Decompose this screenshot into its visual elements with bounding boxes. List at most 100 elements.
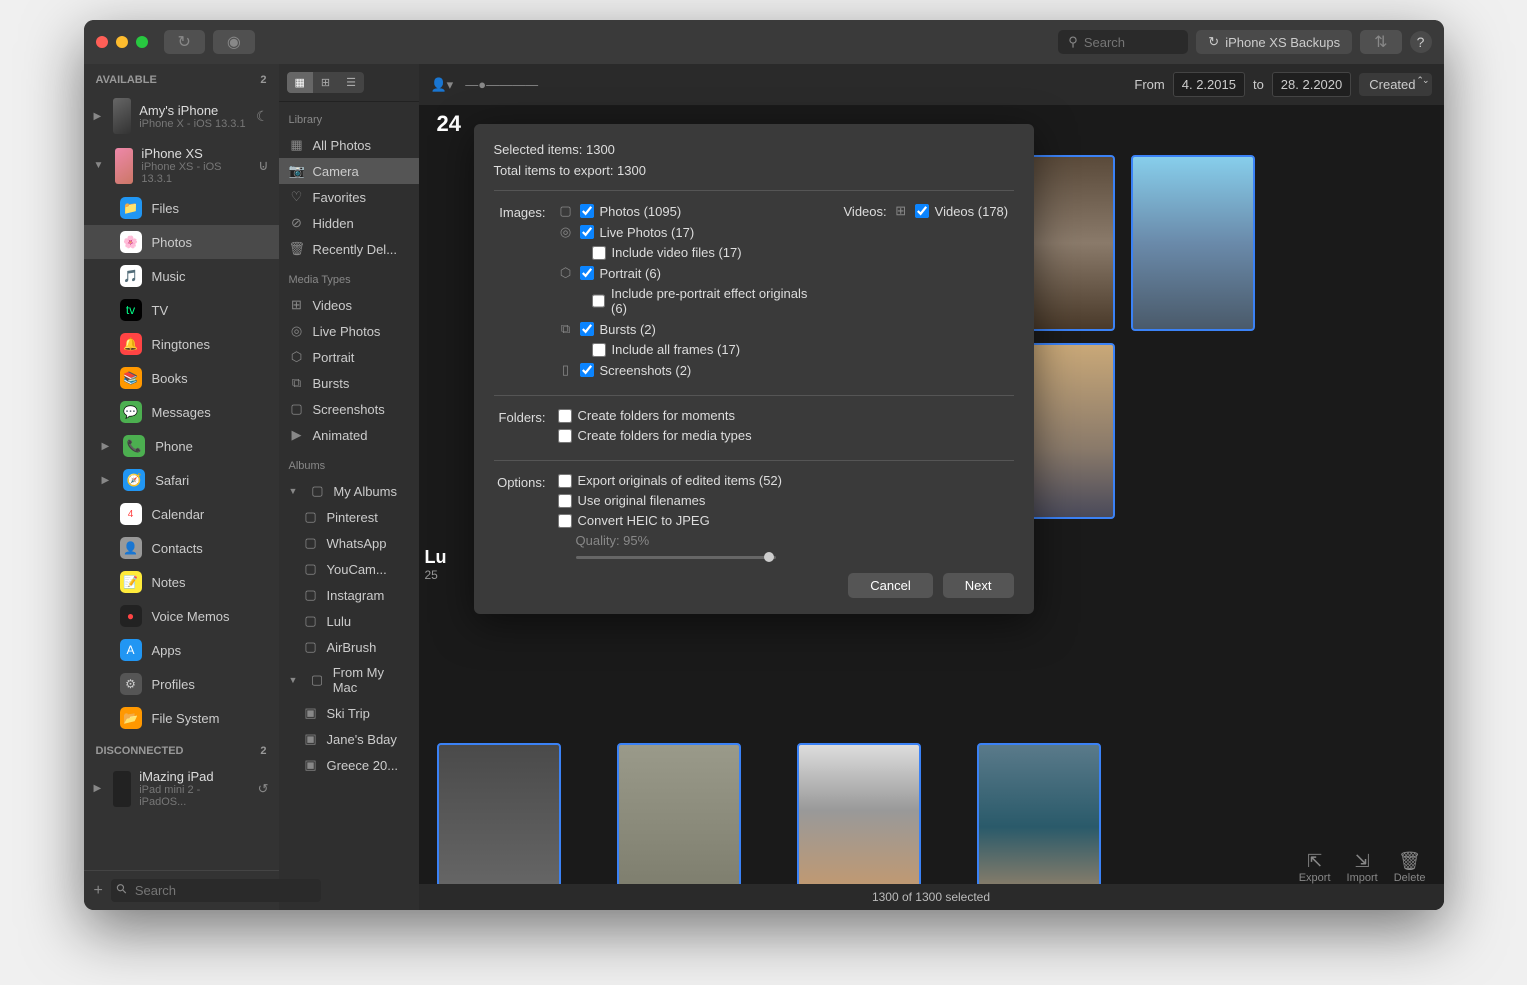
library-hidden[interactable]: ⊘Hidden xyxy=(279,210,419,236)
mediatype-screenshots[interactable]: ▢Screenshots xyxy=(279,396,419,422)
portrait-checkbox[interactable] xyxy=(580,266,594,280)
album-ski-trip[interactable]: ▣Ski Trip xyxy=(279,700,419,726)
mediatype-bursts[interactable]: ⧉Bursts xyxy=(279,370,419,396)
library-all-photos[interactable]: ▦All Photos xyxy=(279,132,419,158)
chevron-right-icon[interactable]: ▶ xyxy=(102,441,110,452)
sidebar-item-books[interactable]: 📚Books xyxy=(84,361,279,395)
chevron-right-icon[interactable]: ▶ xyxy=(94,783,102,794)
maximize-window-button[interactable] xyxy=(136,36,148,48)
sidebar-item-calendar[interactable]: 4Calendar xyxy=(84,497,279,531)
library-camera[interactable]: 📷Camera xyxy=(279,158,419,184)
sidebar-item-file-system[interactable]: 📂File System xyxy=(84,701,279,735)
quality-slider[interactable] xyxy=(576,556,776,559)
minimize-window-button[interactable] xyxy=(116,36,128,48)
album-janes-bday[interactable]: ▣Jane's Bday xyxy=(279,726,419,752)
create-mediatypes-checkbox[interactable] xyxy=(558,429,572,443)
search-input[interactable] xyxy=(1084,35,1178,50)
library-favorites[interactable]: ♡Favorites xyxy=(279,184,419,210)
mediatype-portrait[interactable]: ⬡Portrait xyxy=(279,344,419,370)
photo-thumbnail[interactable] xyxy=(617,743,741,884)
close-window-button[interactable] xyxy=(96,36,108,48)
album-instagram[interactable]: ▢Instagram xyxy=(279,582,419,608)
transfer-button[interactable]: ⇅ xyxy=(1360,30,1401,54)
album-my-albums[interactable]: ▼▢My Albums xyxy=(279,478,419,504)
list-view-icon[interactable]: ⊞ xyxy=(313,72,338,93)
include-frames-checkbox[interactable] xyxy=(592,343,606,357)
chevron-down-icon[interactable]: ▼ xyxy=(94,160,104,171)
screenshots-checkbox[interactable] xyxy=(580,363,594,377)
date-from-input[interactable]: 4. 2.2015 xyxy=(1173,72,1245,97)
album-pinterest[interactable]: ▢Pinterest xyxy=(279,504,419,530)
available-count: 2 xyxy=(260,74,266,86)
photos-checkbox[interactable] xyxy=(580,204,594,218)
device-imazing-ipad[interactable]: ▶ iMazing iPad iPad mini 2 - iPadOS... ↺ xyxy=(84,763,279,814)
convert-heic-checkbox[interactable] xyxy=(558,514,572,528)
sidebar-item-apps[interactable]: AApps xyxy=(84,633,279,667)
slider-thumb[interactable] xyxy=(764,552,774,562)
add-button[interactable]: + xyxy=(94,882,103,900)
date-to-input[interactable]: 28. 2.2020 xyxy=(1272,72,1351,97)
album-lulu[interactable]: ▢Lulu xyxy=(279,608,419,634)
chevron-right-icon[interactable]: ▶ xyxy=(94,111,102,122)
photo-thumbnail[interactable] xyxy=(1131,155,1255,331)
photo-thumbnail[interactable] xyxy=(977,743,1101,884)
delete-button[interactable]: 🗑Delete xyxy=(1394,851,1426,884)
album-from-my-mac[interactable]: ▼▢From My Mac xyxy=(279,660,419,700)
live-photos-checkbox[interactable] xyxy=(580,225,594,239)
sidebar-item-label: Favorites xyxy=(313,190,366,205)
sidebar-item-photos[interactable]: 🌸Photos xyxy=(84,225,279,259)
sidebar-item-music[interactable]: 🎵Music xyxy=(84,259,279,293)
export-originals-checkbox[interactable] xyxy=(558,474,572,488)
sidebar-item-safari[interactable]: ▶🧭Safari xyxy=(84,463,279,497)
sidebar-item-profiles[interactable]: ⚙Profiles xyxy=(84,667,279,701)
next-button[interactable]: Next xyxy=(943,573,1014,598)
preview-button[interactable]: ◉ xyxy=(213,30,255,54)
device-thumb-icon xyxy=(113,98,131,134)
grid-view-icon[interactable]: ▦ xyxy=(287,72,313,93)
include-preportrait-checkbox[interactable] xyxy=(592,294,606,308)
photo-thumbnail[interactable] xyxy=(437,743,561,884)
sidebar-item-files[interactable]: 📁Files xyxy=(84,191,279,225)
mediatype-videos[interactable]: ⊞Videos xyxy=(279,292,419,318)
sidebar-item-label: Camera xyxy=(313,164,359,179)
album-youcam[interactable]: ▢YouCam... xyxy=(279,556,419,582)
album-greece[interactable]: ▣Greece 20... xyxy=(279,752,419,778)
bursts-checkbox[interactable] xyxy=(580,322,594,336)
videos-checkbox[interactable] xyxy=(915,204,929,218)
video-thumbnail[interactable] xyxy=(797,743,921,884)
device-iphone-xs[interactable]: ▼ iPhone XS iPhone XS - iOS 13.3.1 ⊍ xyxy=(84,140,279,191)
chevron-down-icon[interactable]: ▼ xyxy=(289,486,298,496)
include-video-checkbox[interactable] xyxy=(592,246,606,260)
backup-button[interactable]: ↻ iPhone XS Backups xyxy=(1196,30,1352,54)
person-icon[interactable]: 👤▾ xyxy=(431,77,454,93)
album-whatsapp[interactable]: ▢WhatsApp xyxy=(279,530,419,556)
sidebar-item-tv[interactable]: tvTV xyxy=(84,293,279,327)
mediatype-live-photos[interactable]: ◎Live Photos xyxy=(279,318,419,344)
refresh-button[interactable]: ↻ xyxy=(164,30,205,54)
sidebar-search-input[interactable] xyxy=(111,879,321,902)
global-search[interactable]: ⚲ xyxy=(1058,30,1188,54)
export-icon: ⇱ xyxy=(1299,851,1331,872)
export-button[interactable]: ⇱Export xyxy=(1299,851,1331,884)
chevron-down-icon[interactable]: ▼ xyxy=(289,675,298,685)
import-button[interactable]: ⇲Import xyxy=(1347,851,1378,884)
chevron-right-icon[interactable]: ▶ xyxy=(102,475,110,486)
create-moments-checkbox[interactable] xyxy=(558,409,572,423)
detail-view-icon[interactable]: ☰ xyxy=(338,72,364,93)
device-amys-iphone[interactable]: ▶ Amy's iPhone iPhone X - iOS 13.3.1 ☾ xyxy=(84,92,279,140)
library-recently-deleted[interactable]: 🗑Recently Del... xyxy=(279,236,419,262)
view-toggle[interactable]: ▦ ⊞ ☰ xyxy=(287,72,365,93)
sidebar-item-messages[interactable]: 💬Messages xyxy=(84,395,279,429)
help-button[interactable]: ? xyxy=(1410,31,1432,53)
cancel-button[interactable]: Cancel xyxy=(848,573,932,598)
sidebar-item-contacts[interactable]: 👤Contacts xyxy=(84,531,279,565)
sidebar-item-ringtones[interactable]: 🔔Ringtones xyxy=(84,327,279,361)
sort-dropdown[interactable]: Created xyxy=(1359,73,1431,96)
sidebar-item-notes[interactable]: 📝Notes xyxy=(84,565,279,599)
sidebar-item-voice-memos[interactable]: ●Voice Memos xyxy=(84,599,279,633)
album-airbrush[interactable]: ▢AirBrush xyxy=(279,634,419,660)
use-filenames-checkbox[interactable] xyxy=(558,494,572,508)
sidebar-item-phone[interactable]: ▶📞Phone xyxy=(84,429,279,463)
mediatype-animated[interactable]: ▶Animated xyxy=(279,422,419,448)
sidebar-item-label: Videos xyxy=(313,298,353,313)
